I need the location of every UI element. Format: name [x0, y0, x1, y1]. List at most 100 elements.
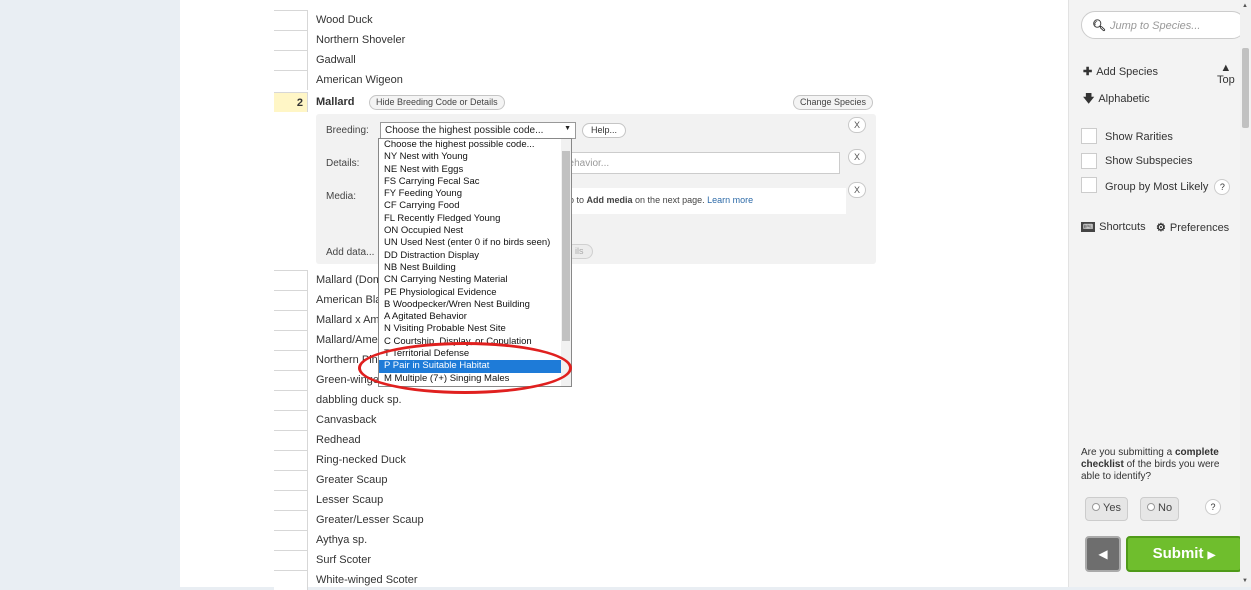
- shortcuts-button[interactable]: ⌨ Shortcuts: [1081, 221, 1146, 233]
- dropdown-scrollbar[interactable]: [561, 139, 571, 386]
- complete-checklist-question: Are you submitting a complete checklist …: [1081, 447, 1241, 483]
- submit-button[interactable]: Submit ▶: [1126, 536, 1242, 572]
- count-input[interactable]: [274, 50, 308, 70]
- yes-label: Yes: [1103, 502, 1121, 514]
- help-button[interactable]: Help...: [582, 123, 627, 138]
- species-name[interactable]: Redhead: [316, 430, 361, 450]
- species-name[interactable]: Aythya sp.: [316, 530, 367, 550]
- no-radio[interactable]: No: [1140, 497, 1180, 521]
- count-input[interactable]: [274, 70, 308, 90]
- species-row: Greater/Lesser Scaup: [180, 510, 880, 530]
- dropdown-option[interactable]: ON Occupied Nest: [379, 225, 571, 237]
- count-input[interactable]: [274, 450, 308, 470]
- yes-radio[interactable]: Yes: [1085, 497, 1128, 521]
- species-name[interactable]: Mallard/Amer: [316, 330, 381, 350]
- clear-breeding-button[interactable]: X: [848, 117, 866, 133]
- count-input[interactable]: [274, 270, 308, 290]
- group-likely-checkbox[interactable]: [1081, 177, 1097, 193]
- species-name[interactable]: Greater/Lesser Scaup: [316, 510, 424, 530]
- species-name[interactable]: Wood Duck: [316, 10, 373, 30]
- dropdown-option[interactable]: PE Physiological Evidence: [379, 287, 571, 299]
- species-name[interactable]: Mallard x Am: [316, 310, 380, 330]
- count-input[interactable]: [274, 410, 308, 430]
- count-input[interactable]: [274, 350, 308, 370]
- page-scroll-thumb[interactable]: [1242, 48, 1249, 128]
- page-scrollbar[interactable]: ▲ ▼: [1240, 0, 1251, 587]
- dropdown-option[interactable]: Choose the highest possible code...: [379, 139, 571, 151]
- species-name[interactable]: American Wigeon: [316, 70, 403, 90]
- species-name[interactable]: White-winged Scoter: [316, 570, 418, 590]
- dropdown-option[interactable]: FL Recently Fledged Young: [379, 213, 571, 225]
- count-input[interactable]: [274, 430, 308, 450]
- dropdown-option[interactable]: NB Nest Building: [379, 262, 571, 274]
- count-input[interactable]: [274, 330, 308, 350]
- species-name[interactable]: Mallard: [316, 92, 355, 112]
- scroll-up-icon[interactable]: ▲: [1242, 3, 1248, 9]
- dropdown-option[interactable]: N Visiting Probable Nest Site: [379, 323, 571, 335]
- species-name[interactable]: Northern Shoveler: [316, 30, 405, 50]
- count-input[interactable]: [274, 470, 308, 490]
- species-name[interactable]: Mallard (Dom: [316, 270, 382, 290]
- species-row: Redhead: [180, 430, 880, 450]
- dropdown-option[interactable]: CF Carrying Food: [379, 200, 571, 212]
- complete-help-button[interactable]: ?: [1205, 499, 1221, 515]
- dropdown-option[interactable]: B Woodpecker/Wren Nest Building: [379, 299, 571, 311]
- count-input[interactable]: [274, 310, 308, 330]
- learn-more-link[interactable]: Learn more: [707, 195, 753, 205]
- dropdown-option[interactable]: NE Nest with Eggs: [379, 164, 571, 176]
- dropdown-scroll-thumb[interactable]: [562, 151, 570, 341]
- back-button[interactable]: ◀: [1085, 536, 1121, 572]
- arrow-up-icon: ▲: [1220, 62, 1232, 74]
- show-rarities-checkbox[interactable]: [1081, 128, 1097, 144]
- species-name[interactable]: Gadwall: [316, 50, 356, 70]
- no-label: No: [1158, 502, 1173, 514]
- dropdown-option[interactable]: FY Feeding Young: [379, 188, 571, 200]
- species-name[interactable]: Ring-necked Duck: [316, 450, 406, 470]
- count-input[interactable]: 2: [274, 92, 308, 112]
- preferences-label: Preferences: [1169, 222, 1230, 234]
- species-name[interactable]: Canvasback: [316, 410, 377, 430]
- count-input[interactable]: [274, 530, 308, 550]
- show-rarities-label: Show Rarities: [1105, 131, 1173, 143]
- breeding-label: Breeding:: [326, 125, 369, 136]
- count-input[interactable]: [274, 490, 308, 510]
- dropdown-option[interactable]: CN Carrying Nesting Material: [379, 274, 571, 286]
- show-subspecies-label: Show Subspecies: [1105, 155, 1193, 167]
- breeding-select[interactable]: Choose the highest possible code... ▼: [380, 122, 576, 139]
- change-species-button[interactable]: Change Species: [793, 95, 874, 110]
- count-input[interactable]: [274, 10, 308, 30]
- add-media-text: Add media: [586, 195, 633, 205]
- species-row: Ring-necked Duck: [180, 450, 880, 470]
- scroll-down-icon[interactable]: ▼: [1242, 578, 1248, 584]
- species-name[interactable]: Lesser Scaup: [316, 490, 383, 510]
- dropdown-option[interactable]: NY Nest with Young: [379, 151, 571, 163]
- alphabetic-button[interactable]: 🡇 Alphabetic: [1083, 90, 1150, 109]
- species-name[interactable]: American Bla: [316, 290, 381, 310]
- preferences-button[interactable]: ⚙ Preferences: [1156, 221, 1229, 234]
- clear-details-button[interactable]: X: [848, 149, 866, 165]
- group-likely-help-button[interactable]: ?: [1214, 179, 1231, 195]
- count-input[interactable]: [274, 370, 308, 390]
- species-row: Aythya sp.: [180, 530, 880, 550]
- count-input[interactable]: [274, 510, 308, 530]
- count-input[interactable]: [274, 290, 308, 310]
- dropdown-option[interactable]: UN Used Nest (enter 0 if no birds seen): [379, 237, 571, 249]
- count-input[interactable]: [274, 570, 308, 590]
- species-name[interactable]: dabbling duck sp.: [316, 390, 402, 410]
- dropdown-option[interactable]: FS Carrying Fecal Sac: [379, 176, 571, 188]
- add-data-label[interactable]: Add data...: [326, 247, 374, 258]
- clear-media-button[interactable]: X: [848, 182, 866, 198]
- species-name[interactable]: Greater Scaup: [316, 470, 388, 490]
- top-button[interactable]: ▲ Top: [1217, 62, 1235, 86]
- jump-to-species-input[interactable]: 🔍︎ Jump to Species...: [1081, 11, 1246, 39]
- hide-breeding-button[interactable]: Hide Breeding Code or Details: [369, 95, 505, 110]
- count-input[interactable]: [274, 30, 308, 50]
- show-subspecies-checkbox[interactable]: [1081, 153, 1097, 169]
- dropdown-option[interactable]: DD Distraction Display: [379, 250, 571, 262]
- add-species-button[interactable]: ✚ Add Species: [1083, 65, 1158, 78]
- species-name[interactable]: Surf Scoter: [316, 550, 371, 570]
- dropdown-option[interactable]: A Agitated Behavior: [379, 311, 571, 323]
- main-content: Wood Duck Northern Shoveler Gadwall Amer…: [180, 0, 1248, 590]
- count-input[interactable]: [274, 550, 308, 570]
- count-input[interactable]: [274, 390, 308, 410]
